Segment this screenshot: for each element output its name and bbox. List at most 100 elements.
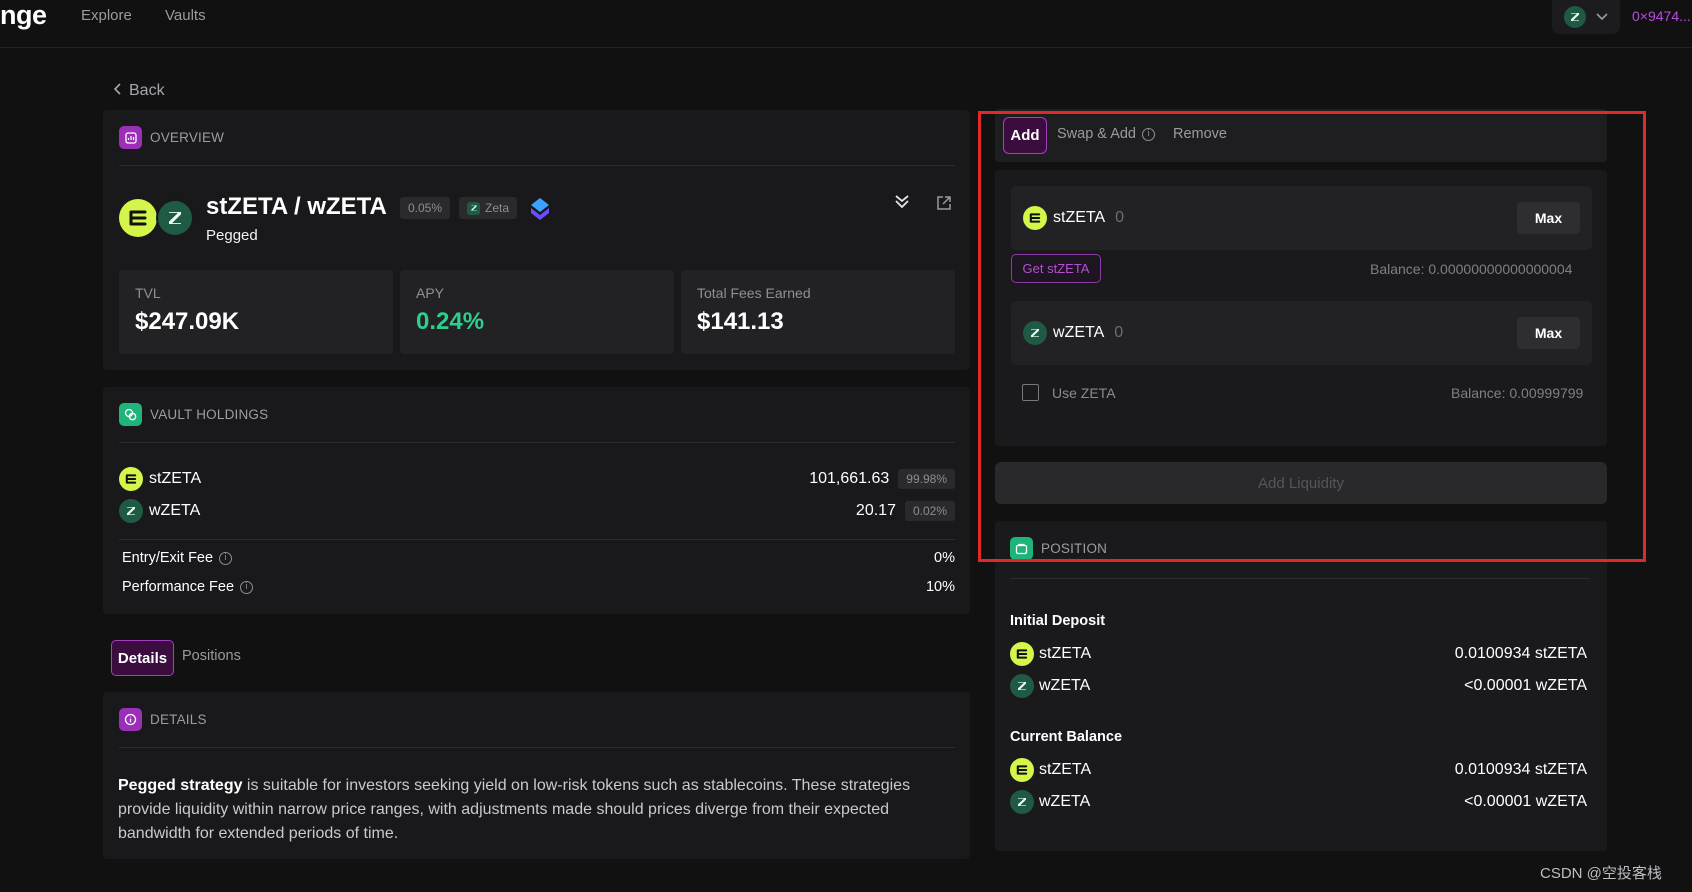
tab-swap-add[interactable]: Swap & Add i xyxy=(1057,126,1155,142)
holding-percent: 99.98% xyxy=(898,469,955,489)
stzeta-amount-input[interactable]: stZETA 0 Max xyxy=(1011,186,1592,250)
fee-value: 10% xyxy=(925,579,955,595)
stzeta-token-icon xyxy=(1010,642,1034,666)
holding-token: wZETA xyxy=(149,502,201,519)
holding-row: stZETA 101,661.63 99.98% xyxy=(119,466,955,492)
stat-tvl-value: $247.09K xyxy=(135,308,240,335)
details-title: DETAILS xyxy=(150,712,207,727)
position-token: wZETA xyxy=(1039,677,1091,694)
stzeta-token-icon xyxy=(119,467,143,491)
current-balance-label: Current Balance xyxy=(1010,729,1123,745)
coins-icon xyxy=(119,403,142,426)
pair-title: stZETA / wZETA xyxy=(206,193,387,220)
chart-icon xyxy=(119,126,142,149)
fee-value: 0% xyxy=(934,550,955,566)
stat-fees-label: Total Fees Earned xyxy=(697,285,811,301)
position-amount: 0.0100934 stZETA xyxy=(1454,645,1587,662)
chevron-down-icon xyxy=(1596,8,1608,26)
details-description: Pegged strategy is suitable for investor… xyxy=(118,774,958,846)
add-liquidity-button[interactable]: Add Liquidity xyxy=(995,462,1607,504)
input-token-name: stZETA xyxy=(1053,209,1106,226)
stat-tvl: TVL $247.09K xyxy=(119,270,393,354)
info-icon[interactable]: i xyxy=(219,551,233,565)
holding-amount: 20.17 xyxy=(855,502,896,519)
wzeta-token-icon xyxy=(1010,790,1034,814)
stat-apy-label: APY xyxy=(416,285,445,301)
wallet-address[interactable]: 0×9474... xyxy=(1632,8,1691,24)
fee-row-performance: Performance Fee i 10% xyxy=(122,579,955,595)
back-link[interactable]: Back xyxy=(113,82,165,100)
back-label: Back xyxy=(129,82,165,99)
network-selector[interactable] xyxy=(1552,0,1620,34)
holding-amount: 101,661.63 xyxy=(809,470,890,487)
details-header: DETAILS xyxy=(119,708,207,731)
position-row: stZETA 0.0100934 stZETA xyxy=(1010,641,1587,667)
fee-label: Performance Fee xyxy=(122,579,235,595)
holdings-divider xyxy=(119,442,955,443)
wzeta-token-icon xyxy=(1010,674,1034,698)
stat-fees: Total Fees Earned $141.13 xyxy=(681,270,955,354)
wzeta-token-icon xyxy=(119,499,143,523)
tab-add[interactable]: Add xyxy=(1003,117,1047,154)
nav-vaults[interactable]: Vaults xyxy=(165,7,206,24)
nav-explore[interactable]: Explore xyxy=(81,7,132,24)
holdings-title: VAULT HOLDINGS xyxy=(150,407,269,422)
stzeta-token-icon xyxy=(1023,206,1047,230)
fee-tier-badge: 0.05% xyxy=(400,197,451,219)
wzeta-token-icon xyxy=(1023,321,1047,345)
watermark: CSDN @空投客栈 xyxy=(1540,865,1662,882)
input-value[interactable]: 0 xyxy=(1115,209,1124,227)
wzeta-amount-input[interactable]: wZETA 0 Max xyxy=(1011,301,1592,365)
position-amount: <0.00001 wZETA xyxy=(1464,793,1587,810)
stzeta-token-icon xyxy=(119,199,157,237)
overview-divider xyxy=(119,165,955,166)
holding-percent: 0.02% xyxy=(904,501,955,521)
stzeta-balance: Balance: 0.00000000000000004 xyxy=(1370,261,1573,277)
position-token: stZETA xyxy=(1039,645,1092,662)
use-zeta-label[interactable]: Use ZETA xyxy=(1052,385,1116,401)
chain-badge: Zeta xyxy=(459,197,518,219)
overview-header: OVERVIEW xyxy=(119,126,224,149)
position-token: stZETA xyxy=(1039,761,1092,778)
max-button[interactable]: Max xyxy=(1517,317,1580,349)
details-lead: Pegged strategy xyxy=(118,777,243,794)
input-token: wZETA 0 xyxy=(1023,321,1123,345)
input-token-name: wZETA xyxy=(1053,324,1105,341)
wzeta-balance: Balance: 0.00999799 xyxy=(1451,385,1584,401)
stat-apy: APY 0.24% xyxy=(400,270,674,354)
top-nav: nge Explore Vaults 0×9474... xyxy=(0,0,1692,48)
input-value[interactable]: 0 xyxy=(1114,324,1123,342)
info-icon[interactable]: i xyxy=(240,580,254,594)
position-row: stZETA 0.0100934 stZETA xyxy=(1010,757,1587,783)
holding-row: wZETA 20.17 0.02% xyxy=(119,498,955,524)
use-zeta-checkbox[interactable] xyxy=(1022,384,1039,401)
initial-deposit-label: Initial Deposit xyxy=(1010,613,1106,629)
tab-positions[interactable]: Positions xyxy=(182,648,241,664)
stzeta-token-icon xyxy=(1010,758,1034,782)
brand-logo[interactable]: nge xyxy=(0,0,47,31)
fee-label: Entry/Exit Fee xyxy=(122,550,214,566)
fee-row-entry-exit: Entry/Exit Fee i 0% xyxy=(122,550,955,566)
position-divider xyxy=(1010,578,1590,579)
vault-protocol-icon[interactable] xyxy=(892,192,912,212)
position-title: POSITION xyxy=(1041,541,1108,556)
info-icon[interactable]: i xyxy=(1142,127,1155,141)
position-amount: <0.00001 wZETA xyxy=(1464,677,1587,694)
overview-title: OVERVIEW xyxy=(150,130,225,145)
position-row: wZETA <0.00001 wZETA xyxy=(1010,789,1587,815)
get-stzeta-button[interactable]: Get stZETA xyxy=(1011,254,1101,283)
stat-apy-value: 0.24% xyxy=(416,308,485,335)
tab-remove[interactable]: Remove xyxy=(1173,126,1227,142)
external-link-icon[interactable] xyxy=(934,193,954,213)
position-row: wZETA <0.00001 wZETA xyxy=(1010,673,1587,699)
fees-divider xyxy=(119,539,955,540)
position-header: POSITION xyxy=(1010,537,1107,560)
info-circle-icon xyxy=(119,708,142,731)
tab-details[interactable]: Details xyxy=(111,640,174,676)
chain-badge-label: Zeta xyxy=(485,201,510,215)
max-button[interactable]: Max xyxy=(1517,202,1580,234)
strategy-label: Pegged xyxy=(206,227,258,244)
protocol-logo-icon[interactable] xyxy=(527,196,553,222)
tab-swap-add-label: Swap & Add xyxy=(1057,126,1136,142)
stat-tvl-label: TVL xyxy=(135,285,161,301)
